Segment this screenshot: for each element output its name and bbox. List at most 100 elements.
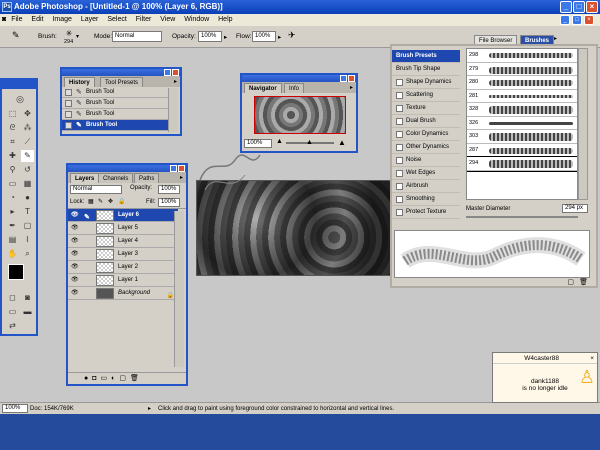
layer-style-icon[interactable]: ● <box>84 375 92 382</box>
history-minimize-button[interactable] <box>164 69 171 76</box>
checkbox[interactable] <box>396 92 403 99</box>
layers-close-button[interactable] <box>178 165 185 172</box>
eraser-tool-icon[interactable]: ▭ <box>6 178 19 190</box>
fill-field[interactable]: 100% <box>158 198 180 207</box>
eye-icon[interactable]: 👁 <box>71 251 79 258</box>
new-set-icon[interactable]: ▭ <box>100 375 111 382</box>
history-item[interactable]: ✎ Brush Tool <box>62 109 168 120</box>
brush-picker-arrow-icon[interactable]: ▾ <box>76 33 79 40</box>
brush-tips-scrollbar[interactable] <box>578 48 588 200</box>
menu-view[interactable]: View <box>160 16 175 23</box>
jump-to-imageready-icon[interactable]: ⇄ <box>6 320 19 332</box>
master-diameter-field[interactable]: 294 px <box>562 204 588 213</box>
lasso-tool-icon[interactable]: ᘓ <box>6 122 19 134</box>
brush-option-item[interactable]: Texture <box>392 102 460 115</box>
checkbox[interactable] <box>396 131 403 138</box>
screen-mode-full-icon[interactable]: ▬ <box>21 306 34 318</box>
well-arrow-icon[interactable]: ▸ <box>554 35 557 42</box>
maximize-button[interactable]: □ <box>573 1 585 13</box>
move-tool-icon[interactable]: ✥ <box>21 108 34 120</box>
brush-tool-icon[interactable]: ✎ <box>12 30 20 41</box>
eye-icon[interactable]: 👁 <box>71 264 79 271</box>
blend-mode-select[interactable]: Normal <box>70 185 122 194</box>
checkbox[interactable] <box>396 170 403 177</box>
marquee-tool-icon[interactable]: ⬚ <box>6 108 19 120</box>
tab-paths[interactable]: Paths <box>134 173 160 183</box>
menu-file[interactable]: File <box>11 16 22 23</box>
tab-layers[interactable]: Layers <box>70 173 100 183</box>
layer-row[interactable]: 👁 Layer 2 <box>68 261 178 274</box>
menu-help[interactable]: Help <box>218 16 232 23</box>
menu-layer[interactable]: Layer <box>81 16 99 23</box>
layers-minimize-button[interactable] <box>170 165 177 172</box>
brush-tip-selected[interactable]: 294 <box>467 156 577 172</box>
tab-history[interactable]: History <box>64 77 95 87</box>
history-scrollbar[interactable] <box>168 88 178 132</box>
status-zoom-field[interactable]: 100% <box>2 404 28 413</box>
brush-option-item[interactable]: Scattering <box>392 89 460 102</box>
menu-filter[interactable]: Filter <box>136 16 152 23</box>
brush-tool-icon-selected[interactable]: ✎ <box>21 150 34 162</box>
eye-icon[interactable]: 👁 <box>71 212 79 219</box>
history-item[interactable]: ✎ Brush Tool <box>62 87 168 98</box>
lock-paint-icon[interactable]: ✎ <box>98 198 103 205</box>
foreground-color-swatch[interactable] <box>8 264 24 280</box>
delete-layer-icon[interactable]: 🗑 <box>130 375 143 382</box>
im-notification-popup[interactable]: W4caster88 × dank1188 is no longer idle … <box>492 352 598 403</box>
brush-presets-item[interactable]: Brush Presets <box>392 50 460 63</box>
healing-brush-tool-icon[interactable]: ✚ <box>6 150 19 162</box>
opacity-field[interactable]: 100% <box>198 31 222 42</box>
new-layer-icon[interactable]: ▢ <box>119 375 130 382</box>
brush-tip[interactable]: 303 <box>467 130 577 144</box>
minimize-button[interactable]: _ <box>560 1 572 13</box>
eye-icon[interactable]: 👁 <box>71 277 79 284</box>
brush-tip[interactable]: 298 <box>467 49 577 63</box>
brush-option-item[interactable]: Dual Brush <box>392 115 460 128</box>
brush-tip[interactable]: 281 <box>467 89 577 103</box>
blur-tool-icon[interactable]: ◔ <box>6 192 19 204</box>
checkbox[interactable] <box>396 209 403 216</box>
lock-move-icon[interactable]: ✥ <box>108 198 113 205</box>
eyedropper-tool-icon[interactable]: ⌇ <box>21 234 34 246</box>
flow-field[interactable]: 100% <box>252 31 276 42</box>
brush-tip[interactable]: 326 <box>467 116 577 130</box>
eye-icon[interactable]: 👁 <box>71 238 79 245</box>
doc-close-button[interactable]: × <box>584 15 594 25</box>
layer-row-selected[interactable]: 👁 ✎ Layer 6 <box>68 209 178 222</box>
checkbox[interactable] <box>396 157 403 164</box>
layer-row[interactable]: 👁 Layer 3 <box>68 248 178 261</box>
brush-tip[interactable]: 280 <box>467 76 577 90</box>
checkbox[interactable] <box>396 183 403 190</box>
navigator-menu-arrow-icon[interactable]: ▸ <box>350 84 353 91</box>
master-diameter-slider[interactable] <box>466 216 578 218</box>
pen-tool-icon[interactable]: ✒ <box>6 220 19 232</box>
history-menu-arrow-icon[interactable]: ▸ <box>174 78 177 85</box>
standard-mode-icon[interactable]: ◻ <box>6 292 19 304</box>
history-item-selected[interactable]: ✎ Brush Tool <box>62 120 168 131</box>
lock-transparency-icon[interactable]: ▦ <box>88 198 94 205</box>
menu-window[interactable]: Window <box>184 16 209 23</box>
layers-opacity-field[interactable]: 100% <box>158 185 180 194</box>
brush-option-item[interactable]: Smoothing <box>392 193 460 206</box>
navigator-close-button[interactable] <box>348 75 355 82</box>
brush-tip[interactable]: 279 <box>467 62 577 76</box>
doc-minimize-button[interactable]: _ <box>560 15 570 25</box>
checkbox[interactable] <box>396 144 403 151</box>
menu-image[interactable]: Image <box>52 16 71 23</box>
new-brush-icon[interactable]: ▢ <box>567 278 574 286</box>
checkbox[interactable] <box>396 118 403 125</box>
brush-tip[interactable]: 328 <box>467 103 577 117</box>
layer-row[interactable]: 👁 Layer 1 <box>68 274 178 287</box>
history-brush-tool-icon[interactable]: ↺ <box>21 164 34 176</box>
clone-stamp-tool-icon[interactable]: ⚲ <box>6 164 19 176</box>
hand-tool-icon[interactable]: ✋ <box>6 248 19 260</box>
layer-row[interactable]: 👁 Layer 5 <box>68 222 178 235</box>
crop-tool-icon[interactable]: ⌗ <box>6 136 19 148</box>
opacity-arrow-icon[interactable]: ▸ <box>224 33 227 41</box>
quick-mask-mode-icon[interactable]: ◙ <box>21 292 34 304</box>
brush-option-item[interactable]: Other Dynamics <box>392 141 460 154</box>
checkbox[interactable] <box>396 105 403 112</box>
menu-select[interactable]: Select <box>107 16 126 23</box>
layers-scrollbar[interactable] <box>174 211 184 367</box>
history-close-button[interactable] <box>172 69 179 76</box>
